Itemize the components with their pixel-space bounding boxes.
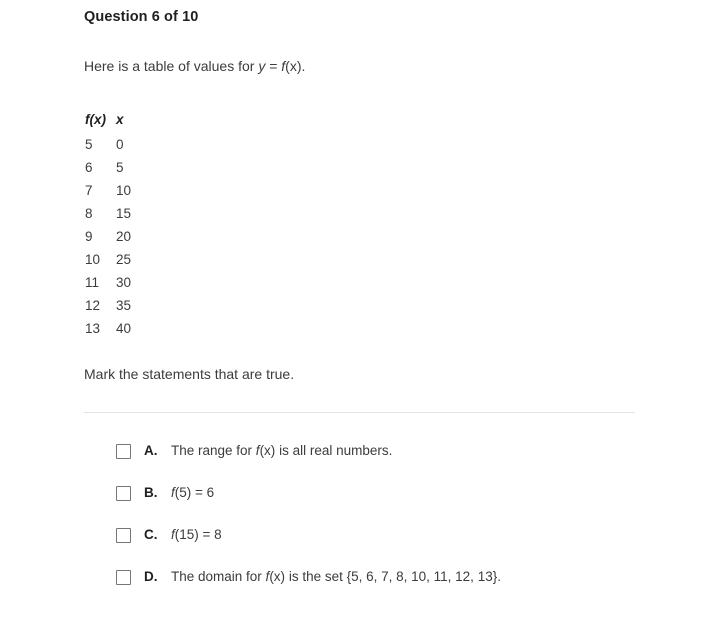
table-row: 8 15 — [85, 202, 156, 225]
prompt-function-arg: (x) — [285, 58, 302, 74]
table-row: 7 10 — [85, 179, 156, 202]
cell-fx: 7 — [85, 183, 93, 198]
option-function-arg: (5) — [174, 485, 192, 500]
table-row: 65 — [85, 156, 156, 179]
values-table-head: f(x) x — [85, 108, 156, 133]
table-row: 12 35 — [85, 294, 156, 317]
cell-x: 40 — [116, 321, 132, 336]
cell-x: 20 — [116, 229, 132, 244]
cell-fx: 12 — [85, 298, 101, 313]
cell-fx: 8 — [85, 206, 93, 221]
column-header-fx: f(x) — [85, 108, 116, 133]
answer-option-d[interactable]: D. The domain for f(x) is the set {5, 6, … — [116, 567, 676, 609]
option-text-pre: The range for — [171, 443, 256, 458]
cell-fx: 13 — [85, 321, 101, 336]
table-row: 11 30 — [85, 271, 156, 294]
cell-x: 30 — [116, 275, 132, 290]
checkbox-icon[interactable] — [116, 570, 131, 585]
option-letter: C. — [144, 527, 158, 542]
column-header-x: x — [116, 112, 124, 127]
option-letter: A. — [144, 443, 158, 458]
cell-x: 25 — [116, 252, 132, 267]
table-row: 10 25 — [85, 248, 156, 271]
cell-x: 0 — [116, 137, 124, 152]
values-table-header-row: f(x) x — [85, 108, 156, 133]
option-letter: B. — [144, 485, 158, 500]
option-text-post: is all real numbers. — [275, 443, 393, 458]
checkbox-icon[interactable] — [116, 486, 131, 501]
option-text-pre: The domain for — [171, 569, 266, 584]
cell-x: 10 — [116, 183, 132, 198]
section-divider — [84, 412, 635, 413]
table-row: 9 20 — [85, 225, 156, 248]
option-function-arg: (x) — [269, 569, 286, 584]
option-text-post: = 8 — [198, 527, 222, 542]
page-title: Question 6 of 10 — [84, 9, 199, 25]
prompt-equals: = — [265, 58, 282, 74]
cell-x: 15 — [116, 206, 132, 221]
question-page: Question 6 of 10 Here is a table of valu… — [0, 0, 720, 626]
option-text: The domain for f(x) is the set {5, 6, 7,… — [171, 567, 676, 586]
instruction-text: Mark the statements that are true. — [84, 366, 295, 382]
prompt-suffix-text: . — [301, 58, 306, 74]
option-function-arg: (x) — [259, 443, 276, 458]
cell-fx: 6 — [85, 160, 93, 175]
option-text: f(15) = 8 — [171, 525, 676, 544]
question-prompt: Here is a table of values for y = f(x). — [84, 58, 305, 74]
answer-option-b[interactable]: B. f(5) = 6 — [116, 483, 676, 525]
cell-x: 5 — [116, 160, 124, 175]
option-letter: D. — [144, 569, 158, 584]
cell-fx: 5 — [85, 137, 93, 152]
option-text-post: = 6 — [191, 485, 215, 500]
answer-options-list: A. The range for f(x) is all real numbers… — [116, 441, 676, 609]
checkbox-icon[interactable] — [116, 528, 131, 543]
option-text: The range for f(x) is all real numbers. — [171, 441, 676, 460]
cell-fx: 10 — [85, 252, 101, 267]
option-text: f(5) = 6 — [171, 483, 676, 502]
answer-option-a[interactable]: A. The range for f(x) is all real numbers… — [116, 441, 676, 483]
option-function-arg: (15) — [174, 527, 199, 542]
cell-fx: 9 — [85, 229, 93, 244]
option-text-post: is the set {5, 6, 7, 8, 10, 11, 12, 13}. — [285, 569, 501, 584]
table-row: 13 40 — [85, 317, 156, 340]
values-table: f(x) x 5 0 6 5 7 10 8 15 9 20 10 25 11 30 12 35 13 40 — [85, 108, 156, 340]
checkbox-icon[interactable] — [116, 444, 131, 459]
table-row: 50 — [85, 133, 156, 156]
prompt-prefix-text: Here is a table of values for — [84, 58, 259, 74]
values-table-body: 5 0 6 5 7 10 8 15 9 20 10 25 11 30 12 35 13 40 — [85, 133, 156, 340]
cell-x: 35 — [116, 298, 132, 313]
answer-option-c[interactable]: C. f(15) = 8 — [116, 525, 676, 567]
header-fx-arg: (x) — [89, 112, 107, 127]
cell-fx: 11 — [85, 275, 100, 290]
